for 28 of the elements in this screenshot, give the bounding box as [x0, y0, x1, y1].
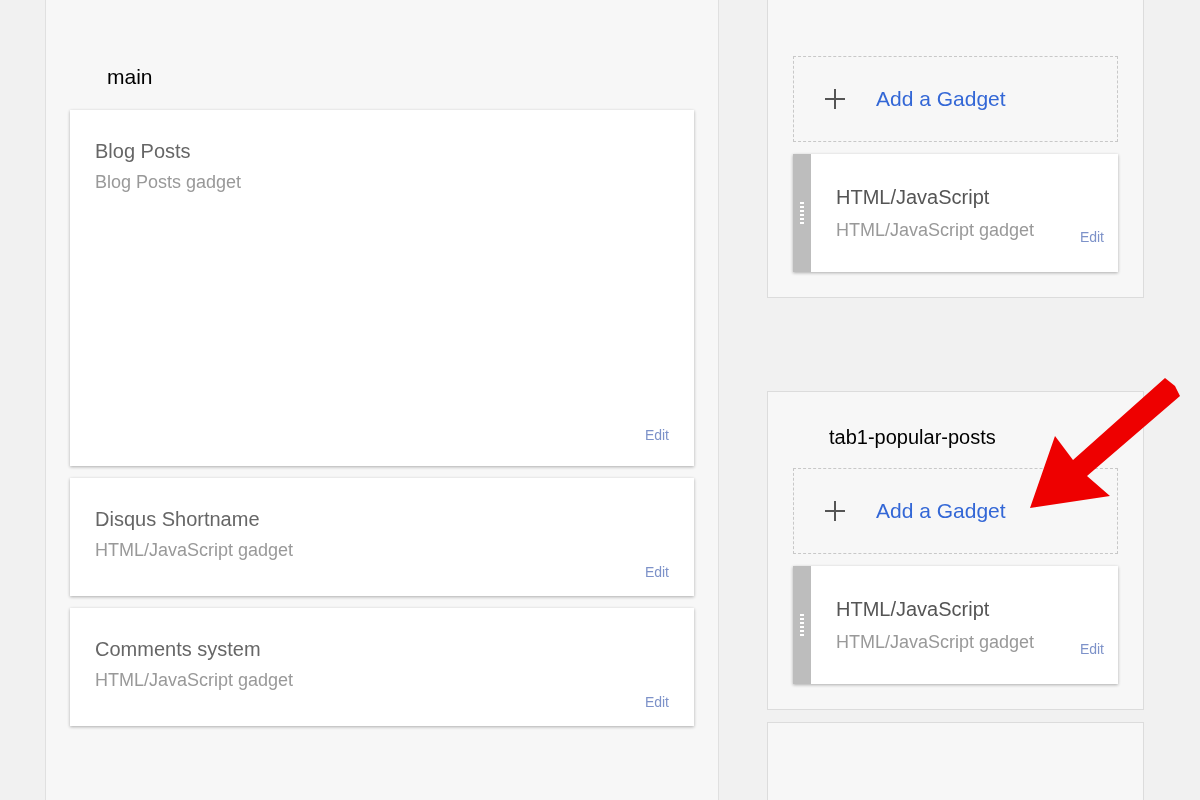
plus-icon [824, 500, 846, 522]
gadget-title: HTML/JavaScript [836, 185, 991, 210]
edit-link[interactable]: Edit [644, 692, 669, 713]
edit-link[interactable]: Edit [1079, 227, 1104, 248]
edit-link[interactable]: Edit [644, 425, 669, 446]
gadget-card[interactable]: Blog Posts Blog Posts gadget Edit [70, 110, 694, 466]
gadget-card[interactable]: Disqus Shortname HTML/JavaScript gadget Edit [70, 478, 694, 596]
gadget-title: Blog Posts [95, 139, 192, 164]
gadget-title: Disqus Shortname [95, 507, 261, 532]
gadget-subtitle: HTML/JavaScript gadget [95, 539, 295, 562]
gadget-title: HTML/JavaScript [836, 597, 991, 622]
add-gadget-link[interactable]: Add a Gadget [876, 495, 1006, 527]
add-gadget-link[interactable]: Add a Gadget [876, 83, 1006, 115]
gadget-card[interactable]: HTML/JavaScript HTML/JavaScript gadget Edit [793, 154, 1118, 272]
drag-handle[interactable] [793, 566, 811, 684]
gadget-subtitle: Blog Posts gadget [95, 171, 243, 194]
gadget-subtitle: HTML/JavaScript gadget [836, 219, 1035, 242]
gadget-title: Comments system [95, 637, 262, 662]
gadget-subtitle: HTML/JavaScript gadget [836, 631, 1035, 654]
section-title: main [107, 64, 154, 90]
gadget-card[interactable]: HTML/JavaScript HTML/JavaScript gadget Edit [793, 566, 1118, 684]
gadget-card[interactable]: Comments system HTML/JavaScript gadget Edit [70, 608, 694, 726]
drag-handle[interactable] [793, 154, 811, 272]
plus-icon [824, 88, 846, 110]
edit-link[interactable]: Edit [644, 562, 669, 583]
gadget-subtitle: HTML/JavaScript gadget [95, 669, 295, 692]
section-title: tab1-popular-posts [829, 425, 997, 450]
edit-link[interactable]: Edit [1079, 639, 1104, 660]
